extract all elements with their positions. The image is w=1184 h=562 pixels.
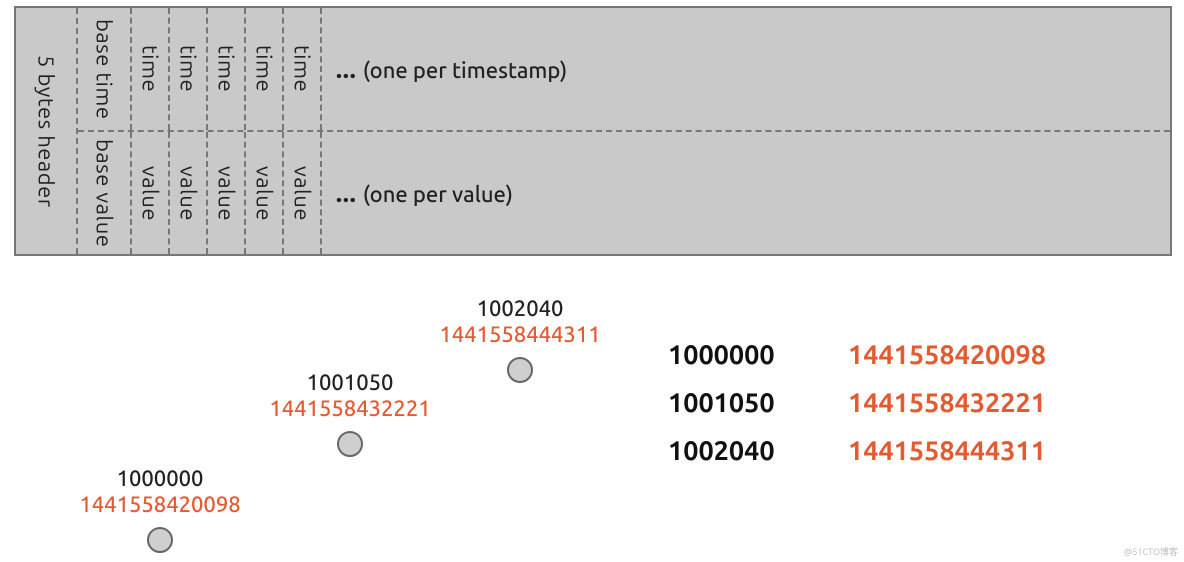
timestamps-row: base time time time time time time ... (o… (78, 8, 1170, 130)
point-value: 1000000 (60, 466, 260, 492)
row-timestamp: 1441558432221 (848, 388, 1046, 418)
time-cell: time (284, 8, 322, 130)
value-cell: value (284, 132, 322, 254)
data-point-1: 1000000 1441558420098 (60, 466, 260, 553)
table-row: 1000000 1441558420098 (668, 340, 1046, 370)
value-label: value (214, 166, 239, 221)
ellipsis: ... (336, 180, 357, 207)
time-cell: time (132, 8, 170, 130)
values-note: (one per value) (363, 182, 513, 207)
row-value: 1002040 (668, 436, 848, 466)
point-timestamp: 1441558420098 (60, 492, 260, 518)
time-label: time (176, 45, 201, 92)
data-point-2: 1001050 1441558432221 (250, 370, 450, 457)
value-label: value (176, 166, 201, 221)
base-value-cell: base value (78, 132, 132, 254)
base-time-label: base time (92, 19, 117, 120)
value-label: value (252, 166, 277, 221)
value-label: value (138, 166, 163, 221)
time-label: time (252, 45, 277, 92)
value-cell: value (170, 132, 208, 254)
time-label: time (290, 45, 315, 92)
table-row: 1002040 1441558444311 (668, 436, 1046, 466)
timestamps-tail: ... (one per timestamp) (322, 56, 567, 83)
base-time-cell: base time (78, 8, 132, 130)
row-value: 1001050 (668, 388, 848, 418)
row-timestamp: 1441558420098 (848, 340, 1046, 370)
point-timestamp: 1441558444311 (420, 322, 620, 348)
value-cell: value (246, 132, 284, 254)
ellipsis: ... (336, 56, 357, 83)
data-point-3: 1002040 1441558444311 (420, 296, 620, 383)
time-cell: time (246, 8, 284, 130)
timestamps-note: (one per timestamp) (363, 58, 568, 83)
data-layout-diagram: 5 bytes header base time time time time … (14, 6, 1172, 256)
rows-container: base time time time time time time ... (o… (78, 8, 1170, 254)
point-marker-icon (337, 431, 363, 457)
time-label: time (214, 45, 239, 92)
base-value-label: base value (92, 139, 117, 247)
value-cell: value (132, 132, 170, 254)
values-tail: ... (one per value) (322, 180, 513, 207)
time-cell: time (208, 8, 246, 130)
data-table: 1000000 1441558420098 1001050 1441558432… (668, 340, 1046, 484)
header-bytes-cell: 5 bytes header (16, 8, 78, 254)
point-value: 1002040 (420, 296, 620, 322)
row-timestamp: 1441558444311 (848, 436, 1046, 466)
time-cell: time (170, 8, 208, 130)
value-cell: value (208, 132, 246, 254)
header-bytes-label: 5 bytes header (34, 55, 59, 208)
point-marker-icon (507, 357, 533, 383)
value-label: value (290, 166, 315, 221)
point-marker-icon (147, 527, 173, 553)
values-row: base value value value value value value… (78, 130, 1170, 254)
row-value: 1000000 (668, 340, 848, 370)
watermark: @51CTO博客 (1124, 545, 1178, 558)
table-row: 1001050 1441558432221 (668, 388, 1046, 418)
point-timestamp: 1441558432221 (250, 396, 450, 422)
time-label: time (138, 45, 163, 92)
